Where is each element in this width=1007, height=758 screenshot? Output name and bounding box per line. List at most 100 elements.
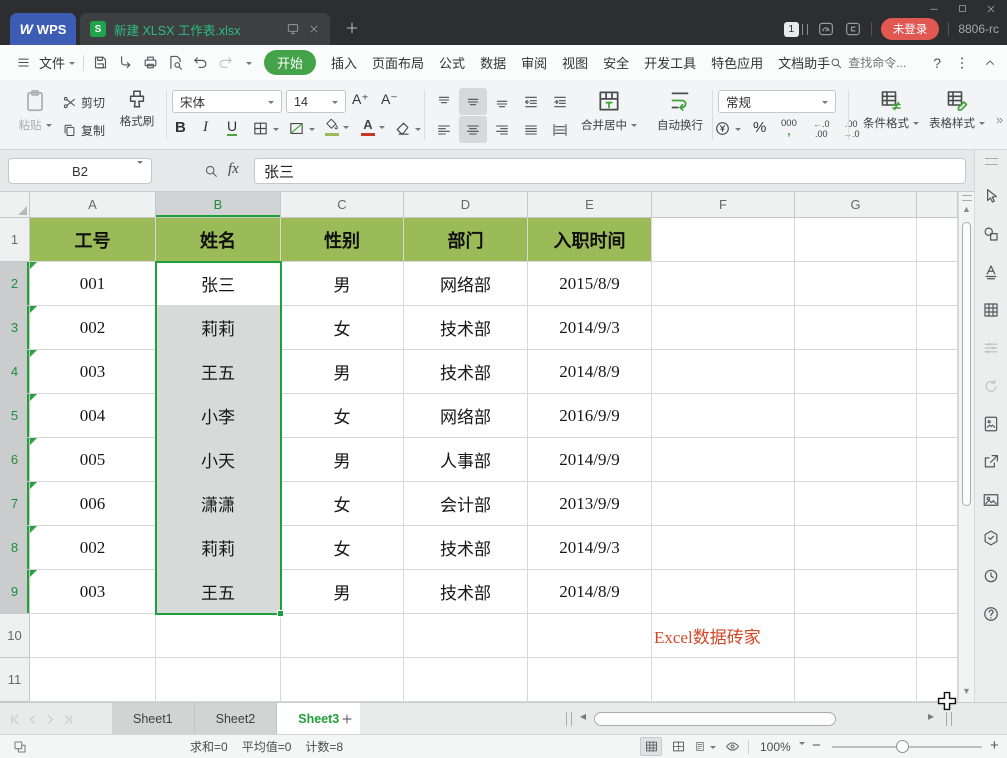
login-button[interactable]: 未登录 [881, 18, 940, 40]
cell-H7[interactable] [917, 482, 958, 526]
cell-F5[interactable] [652, 394, 795, 438]
row-header-10[interactable]: 10 [0, 614, 30, 658]
cell-D8[interactable]: 技术部 [404, 526, 528, 570]
share-export-icon[interactable] [982, 453, 1000, 471]
cell-H4[interactable] [917, 350, 958, 394]
h-splitter[interactable] [566, 712, 572, 726]
align-right-button[interactable] [488, 116, 516, 143]
column-header-overflow[interactable] [917, 192, 958, 218]
document-tab[interactable]: S 新建 XLSX 工作表.xlsx [80, 13, 330, 45]
menu-tab-9[interactable]: 开发工具 [644, 53, 696, 72]
cell-C9[interactable]: 男 [281, 570, 404, 614]
row-header-9[interactable]: 9 [0, 570, 30, 614]
cell-A2[interactable]: 001 [30, 262, 156, 306]
add-sheet-button[interactable] [340, 712, 354, 726]
cell-F8[interactable] [652, 526, 795, 570]
cell-G10[interactable] [795, 614, 917, 658]
menu-tab-4[interactable]: 公式 [439, 53, 465, 72]
number-format-select[interactable]: 常规 [718, 90, 836, 113]
cell-C2[interactable]: 男 [281, 262, 404, 306]
cell-A10[interactable] [30, 614, 156, 658]
underline-button[interactable]: U [227, 118, 237, 136]
cell-F7[interactable] [652, 482, 795, 526]
sheet-tab-sheet1[interactable]: Sheet1 [112, 703, 195, 734]
format-painter-button[interactable]: 格式刷 [114, 88, 160, 129]
cell-D7[interactable]: 会计部 [404, 482, 528, 526]
cell-E8[interactable]: 2014/9/3 [528, 526, 652, 570]
borders-button[interactable] [252, 120, 279, 137]
menu-tab-6[interactable]: 审阅 [521, 53, 547, 72]
cell-G5[interactable] [795, 394, 917, 438]
cell-C4[interactable]: 男 [281, 350, 404, 394]
sidebar-handle-icon[interactable] [985, 158, 998, 165]
row-header-1[interactable]: 1 [0, 218, 30, 262]
name-box[interactable]: B2 [8, 158, 152, 184]
search-input[interactable] [848, 56, 920, 70]
scroll-up-icon[interactable]: ▲ [960, 204, 973, 214]
cell-D9[interactable]: 技术部 [404, 570, 528, 614]
fx-button[interactable]: fx [228, 161, 239, 178]
shapes-icon[interactable] [982, 225, 1000, 243]
refresh-icon[interactable] [982, 377, 1000, 395]
select-cursor-icon[interactable] [982, 187, 1000, 205]
save-icon[interactable] [92, 54, 109, 71]
zoom-dropdown-icon[interactable] [799, 742, 805, 748]
cell-D1[interactable]: 部门 [404, 218, 528, 262]
cell-B9[interactable]: 王五 [156, 570, 281, 614]
menu-tab-10[interactable]: 特色应用 [711, 53, 763, 72]
zoom-in-button[interactable]: + [990, 737, 999, 754]
cell-G6[interactable] [795, 438, 917, 482]
column-header-B[interactable]: B [156, 192, 281, 218]
scroll-down-icon[interactable]: ▼ [960, 686, 973, 696]
conditional-format-button[interactable]: 条件格式 [856, 88, 926, 131]
gauge-icon[interactable] [817, 20, 835, 38]
close-window-button[interactable] [985, 3, 997, 15]
cell-B6[interactable]: 小天 [156, 438, 281, 482]
cell-shading-button[interactable] [288, 120, 315, 137]
cell-E2[interactable]: 2015/8/9 [528, 262, 652, 306]
increase-font-button[interactable]: A⁺ [352, 91, 369, 108]
align-left-button[interactable] [430, 116, 458, 143]
selection-mode-icon[interactable] [12, 739, 28, 755]
next-sheet-icon[interactable] [44, 713, 57, 726]
wordart-icon[interactable] [982, 263, 1000, 281]
insert-table-icon[interactable] [982, 301, 1000, 319]
v-scrollbar-thumb[interactable] [962, 222, 971, 506]
cell-F1[interactable] [652, 218, 795, 262]
output-icon[interactable] [117, 54, 134, 71]
cell-E10[interactable] [528, 614, 652, 658]
cell-D6[interactable]: 人事部 [404, 438, 528, 482]
cell-G11[interactable] [795, 658, 917, 702]
formula-input[interactable] [254, 158, 966, 184]
cell-C10[interactable] [281, 614, 404, 658]
comma-style-button[interactable]: 000, [781, 119, 797, 135]
cell-D4[interactable]: 技术部 [404, 350, 528, 394]
wps-home-tab[interactable]: W WPS [10, 13, 76, 45]
qat-more-icon[interactable] [246, 62, 252, 68]
cell-B7[interactable]: 潇潇 [156, 482, 281, 526]
cell-D2[interactable]: 网络部 [404, 262, 528, 306]
font-color-button[interactable]: A [361, 117, 385, 136]
cell-D5[interactable]: 网络部 [404, 394, 528, 438]
cell-G7[interactable] [795, 482, 917, 526]
currency-button[interactable] [714, 120, 741, 137]
doc-image-icon[interactable] [982, 415, 1000, 433]
decrease-indent-button[interactable] [517, 88, 545, 115]
column-header-G[interactable]: G [795, 192, 917, 218]
italic-button[interactable]: I [203, 119, 208, 136]
cell-E5[interactable]: 2016/9/9 [528, 394, 652, 438]
zoom-out-button[interactable]: − [812, 737, 821, 754]
cell-A1[interactable]: 工号 [30, 218, 156, 262]
cell-B8[interactable]: 莉莉 [156, 526, 281, 570]
prev-sheet-icon[interactable] [26, 713, 39, 726]
menu-tab-11[interactable]: 文档助手 [778, 53, 830, 72]
row-header-7[interactable]: 7 [0, 482, 30, 526]
print-icon[interactable] [142, 54, 159, 71]
cell-H3[interactable] [917, 306, 958, 350]
cell-C1[interactable]: 性别 [281, 218, 404, 262]
cell-H8[interactable] [917, 526, 958, 570]
cell-E7[interactable]: 2013/9/9 [528, 482, 652, 526]
row-header-11[interactable]: 11 [0, 658, 30, 702]
zoom-slider[interactable] [832, 746, 982, 748]
distributed-button[interactable] [546, 116, 574, 143]
